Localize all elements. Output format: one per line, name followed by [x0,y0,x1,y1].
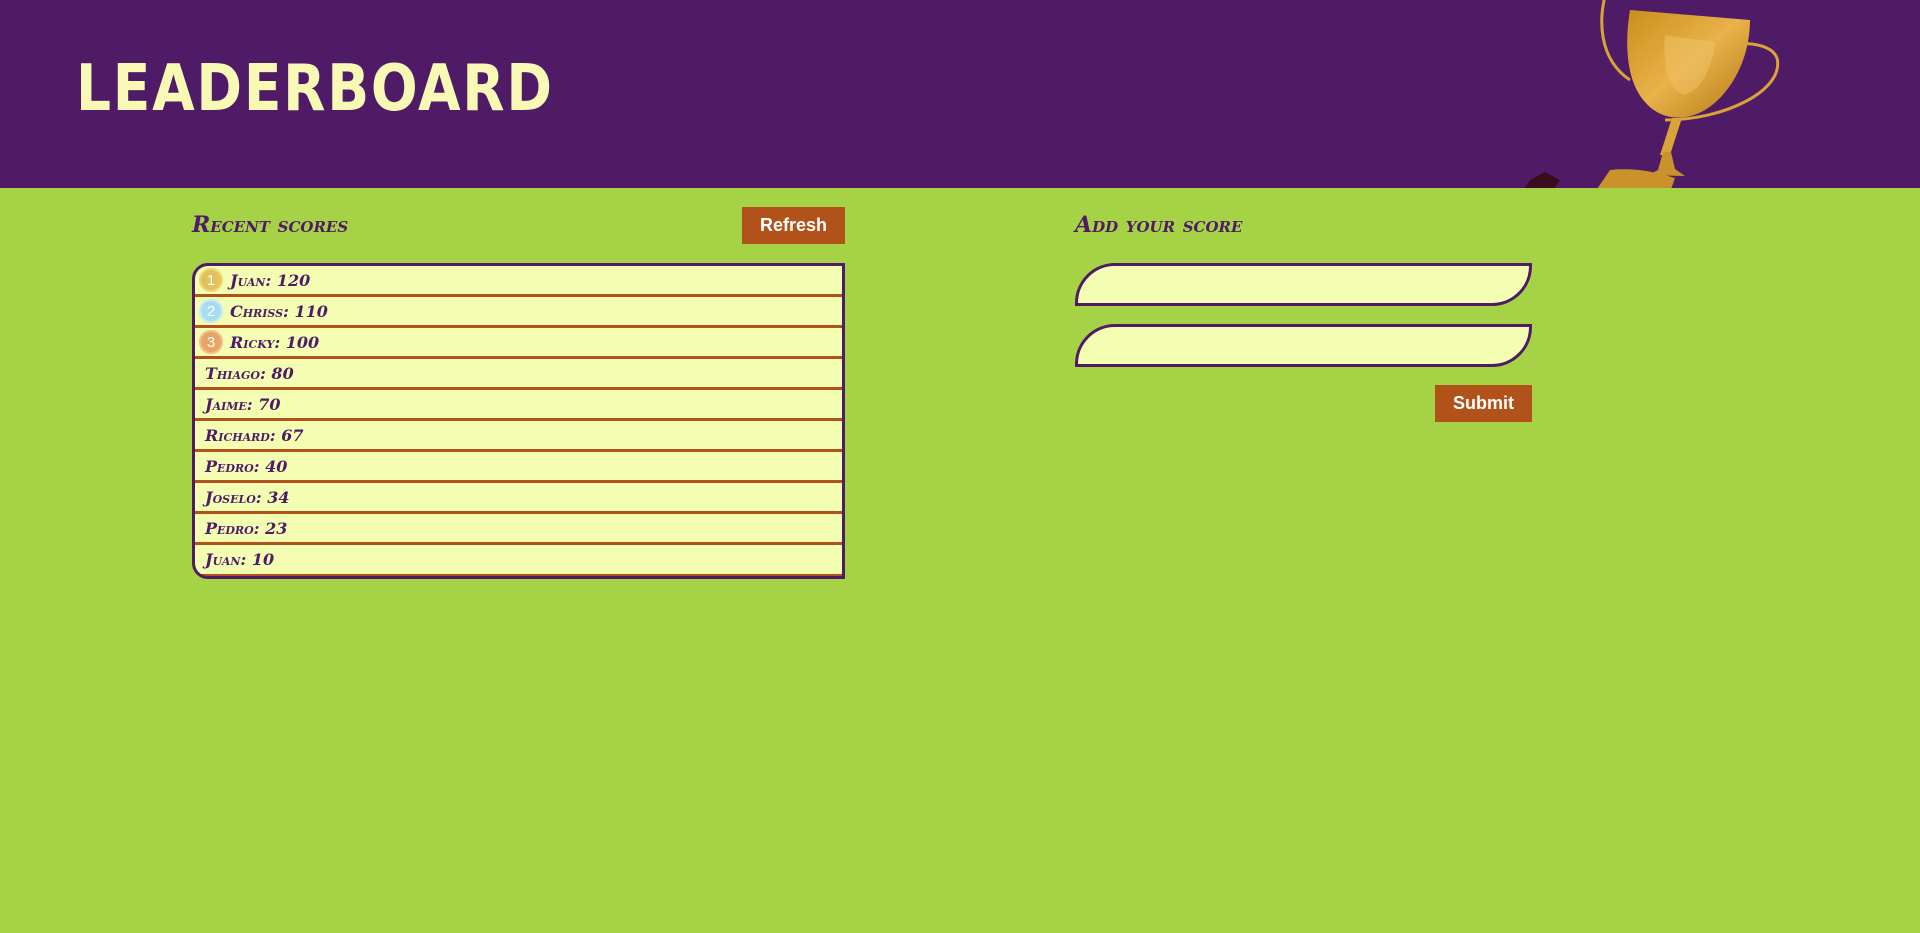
score-field[interactable] [1075,324,1532,367]
list-item: Pedro: 23 [195,514,842,542]
score-entry-text: Thiago: 80 [205,363,294,383]
score-entry-text: Chriss: 110 [230,301,328,321]
list-item: Richard: 67 [195,421,842,449]
score-entry-text: Pedro: 40 [205,456,288,476]
add-score-title: Add your score [1075,212,1243,238]
page-title: LEADERBOARD [76,52,554,126]
score-entry-text: Richard: 67 [205,425,304,445]
list-item: Jaime: 70 [195,390,842,418]
list-item: 1 Juan: 120 [195,266,842,294]
score-list: 1 Juan: 120 2 Chriss: 110 3 Ricky: 100 T… [192,263,845,579]
score-entry-text: Jaime: 70 [205,394,281,414]
list-item: 2 Chriss: 110 [195,297,842,325]
list-item: Pedro: 40 [195,452,842,480]
list-item: Juan: 10 [195,545,842,574]
site-header: LEADERBOARD [0,0,1920,188]
score-entry-text: Juan: 120 [230,270,311,290]
score-entry-text: Joselo: 34 [205,487,290,507]
score-entry-text: Ricky: 100 [230,332,320,352]
name-field[interactable] [1075,263,1532,306]
submit-button[interactable]: Submit [1435,385,1532,422]
list-item: Thiago: 80 [195,359,842,387]
refresh-button[interactable]: Refresh [742,207,845,244]
list-item: 3 Ricky: 100 [195,328,842,356]
bronze-medal-icon: 3 [199,330,223,354]
list-item: Joselo: 34 [195,483,842,511]
score-entry-text: Juan: 10 [205,550,275,569]
gold-medal-icon: 1 [199,268,223,292]
silver-medal-icon: 2 [199,299,223,323]
score-entry-text: Pedro: 23 [205,518,288,538]
recent-scores-title: Recent scores [192,212,349,238]
trophy-icon [1524,0,1780,188]
